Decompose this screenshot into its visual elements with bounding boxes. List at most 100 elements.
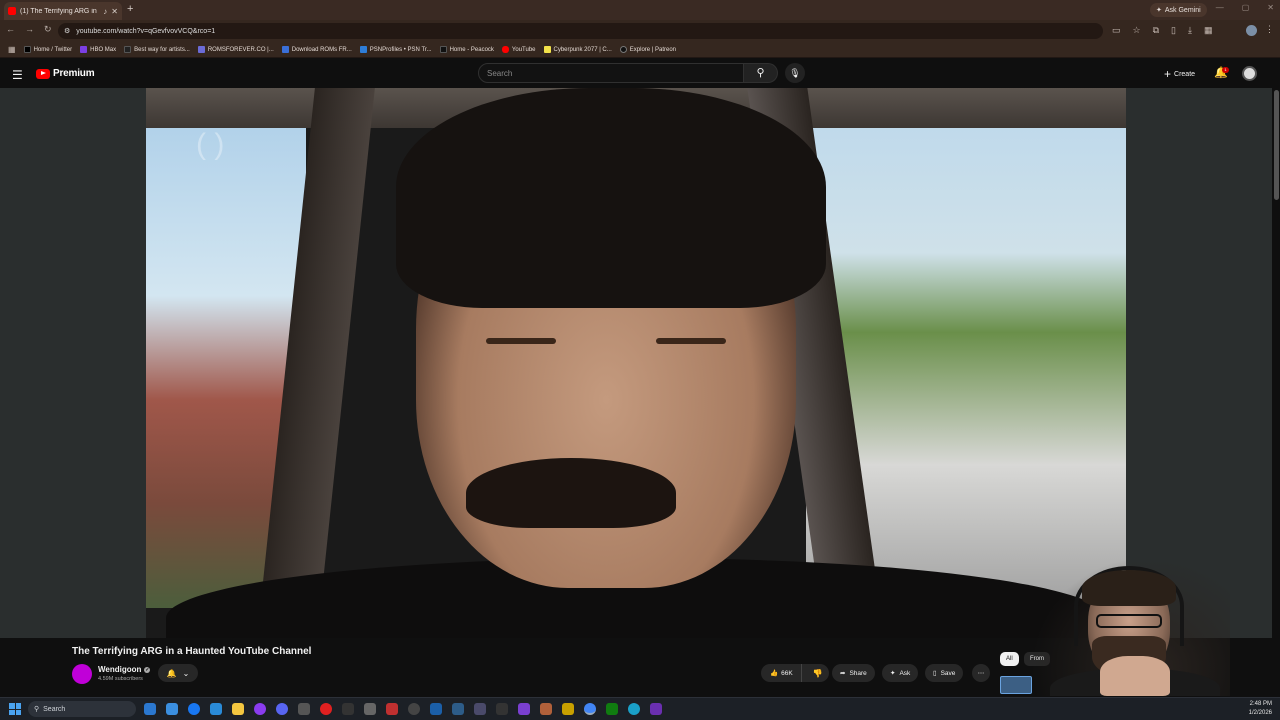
taskbar-app-icon[interactable] xyxy=(496,703,508,715)
bookmark-item[interactable]: HBO Max xyxy=(80,46,116,53)
bookmark-item[interactable]: PSNProfiles • PSN Tr... xyxy=(359,46,432,53)
bookmark-favicon-icon xyxy=(619,46,627,53)
voice-search-button[interactable]: 🎙 xyxy=(785,63,805,83)
video-watermark-icon: ( ) xyxy=(196,128,225,161)
bookmark-item[interactable]: Explore | Patreon xyxy=(619,46,676,53)
taskbar-app-icon[interactable] xyxy=(144,703,156,715)
subscription-bell-button[interactable]: 🔔 ⌄ xyxy=(158,664,198,682)
like-button[interactable]: 👍 66K xyxy=(761,664,802,682)
video-frame[interactable]: ( ) xyxy=(146,88,1126,638)
bookmark-favicon-icon xyxy=(359,46,367,53)
youtube-header: ☰ Premium Search ⚲ 🎙 + Create 🔔 xyxy=(0,58,1280,88)
taskbar-app-icon[interactable] xyxy=(474,703,486,715)
close-tab-icon[interactable]: ✕ xyxy=(111,7,118,16)
taskbar-app-icon[interactable] xyxy=(320,703,332,715)
tab-search-icon[interactable]: ▦ xyxy=(1204,25,1213,36)
taskbar-app-icon[interactable] xyxy=(166,703,178,715)
back-icon[interactable]: ← xyxy=(6,24,15,35)
taskbar-app-icon[interactable] xyxy=(518,703,530,715)
taskbar-app-icon[interactable] xyxy=(188,703,200,715)
download-icon[interactable]: ⤓ xyxy=(1188,25,1192,36)
taskbar-search[interactable]: ⚲ Search xyxy=(28,701,136,717)
ask-gemini-button[interactable]: ✦ Ask Gemini xyxy=(1150,3,1207,17)
browser-tab[interactable]: (1) The Terrifying ARG in a H... ♪ ✕ xyxy=(4,2,122,20)
share-label: Share xyxy=(849,669,867,677)
window-controls: — ▢ ✕ xyxy=(1216,3,1274,12)
taskbar-app-icon[interactable] xyxy=(562,703,574,715)
bookmark-star-icon[interactable]: ☆ xyxy=(1133,25,1141,36)
audio-icon[interactable]: ♪ xyxy=(103,7,107,16)
create-button[interactable]: + Create xyxy=(1158,65,1201,83)
channel-avatar[interactable] xyxy=(72,664,92,684)
taskbar-app-icon[interactable] xyxy=(342,703,354,715)
site-info-icon[interactable]: ⚙ xyxy=(64,27,70,35)
share-button[interactable]: ➦ Share xyxy=(832,664,875,682)
taskbar-app-icon[interactable] xyxy=(298,703,310,715)
taskbar-app-icon[interactable] xyxy=(386,703,398,715)
video-subject-hair xyxy=(396,88,826,308)
windows-start-icon[interactable] xyxy=(9,703,21,715)
dislike-button[interactable]: 👎 xyxy=(806,669,823,678)
bookmark-item[interactable]: Cyberpunk 2077 | C... xyxy=(543,46,612,53)
bookmark-item[interactable]: Home / Twitter xyxy=(23,46,72,53)
scrollbar-thumb[interactable] xyxy=(1274,90,1279,200)
hamburger-menu-icon[interactable]: ☰ xyxy=(12,68,23,82)
maximize-icon[interactable]: ▢ xyxy=(1242,3,1250,12)
bookmark-item[interactable]: YouTube xyxy=(501,46,536,53)
related-video-thumbnail[interactable] xyxy=(1000,676,1032,694)
reload-icon[interactable]: ↻ xyxy=(44,24,52,35)
bookmark-favicon-icon xyxy=(543,46,551,53)
account-avatar[interactable] xyxy=(1242,66,1257,81)
minimize-icon[interactable]: — xyxy=(1216,3,1224,12)
taskbar-app-icon[interactable] xyxy=(408,703,420,715)
sparkle-icon: ✦ xyxy=(890,670,896,677)
bookmark-save-icon: ▯ xyxy=(933,670,937,677)
like-count: 66K xyxy=(781,669,793,677)
taskbar-app-icon[interactable] xyxy=(210,703,222,715)
save-button[interactable]: ▯ Save xyxy=(925,664,964,682)
new-tab-button[interactable]: + xyxy=(127,3,133,15)
taskbar-app-icon[interactable] xyxy=(606,703,618,715)
taskbar-app-icon[interactable] xyxy=(364,703,376,715)
url-text[interactable]: youtube.com/watch?v=qGevfvovVCQ&rco=1 xyxy=(76,28,215,35)
tab-title: (1) The Terrifying ARG in a H... xyxy=(20,7,99,15)
taskbar-app-icon[interactable] xyxy=(430,703,442,715)
bookmark-item[interactable]: Home - Peacock xyxy=(439,46,494,53)
youtube-logo[interactable]: Premium xyxy=(36,68,95,79)
forward-icon[interactable]: → xyxy=(25,24,34,35)
cast-icon[interactable]: ▭ xyxy=(1112,25,1121,36)
ask-button[interactable]: ✦ Ask xyxy=(882,664,919,682)
gemini-sparkle-icon: ✦ xyxy=(1156,7,1162,14)
taskbar-app-icon[interactable] xyxy=(540,703,552,715)
browser-menu-icon[interactable]: ⋮ xyxy=(1265,24,1274,35)
browser-profile-avatar[interactable] xyxy=(1246,25,1257,36)
clock-time: 2:48 PM xyxy=(1249,701,1272,707)
taskbar-app-icon[interactable] xyxy=(254,703,266,715)
search-button[interactable]: ⚲ xyxy=(744,63,778,83)
taskbar-app-icon[interactable] xyxy=(452,703,464,715)
search-input[interactable]: Search xyxy=(478,63,744,83)
sidepanel-icon[interactable]: ▯ xyxy=(1171,25,1176,36)
bookmark-item[interactable]: Download ROMs FR... xyxy=(281,46,352,53)
bookmark-item[interactable]: ROMSFOREVER.CO |... xyxy=(197,46,274,53)
chip-all[interactable]: All xyxy=(1000,652,1019,666)
taskbar-app-icon[interactable] xyxy=(584,703,596,715)
taskbar-app-icon[interactable] xyxy=(628,703,640,715)
more-actions-button[interactable]: ⋯ xyxy=(972,664,990,682)
taskbar-app-icon[interactable] xyxy=(276,703,288,715)
system-tray-clock[interactable]: 2:48 PM 1/2/2026 xyxy=(1249,700,1272,718)
bookmark-item[interactable]: Best way for artists... xyxy=(124,46,190,53)
bookmark-favicon-icon xyxy=(197,46,205,53)
verified-check-icon: ✓ xyxy=(144,666,151,673)
apps-grid-icon[interactable]: ▦ xyxy=(8,45,16,54)
extensions-icon[interactable]: ⧉ xyxy=(1153,25,1159,36)
bookmark-favicon-icon xyxy=(23,46,31,53)
channel-name-link[interactable]: Wendigoon ✓ xyxy=(98,665,151,674)
taskbar-app-icon[interactable] xyxy=(232,703,244,715)
nav-buttons: ← → ↻ xyxy=(6,24,52,35)
webcam-glasses xyxy=(1096,614,1162,628)
taskbar-app-icon[interactable] xyxy=(650,703,662,715)
bookmarks-bar: ▦ Home / Twitter HBO Max Best way for ar… xyxy=(0,42,1280,58)
omnibox[interactable]: ⚙ youtube.com/watch?v=qGevfvovVCQ&rco=1 xyxy=(58,23,1103,39)
close-window-icon[interactable]: ✕ xyxy=(1267,3,1274,12)
